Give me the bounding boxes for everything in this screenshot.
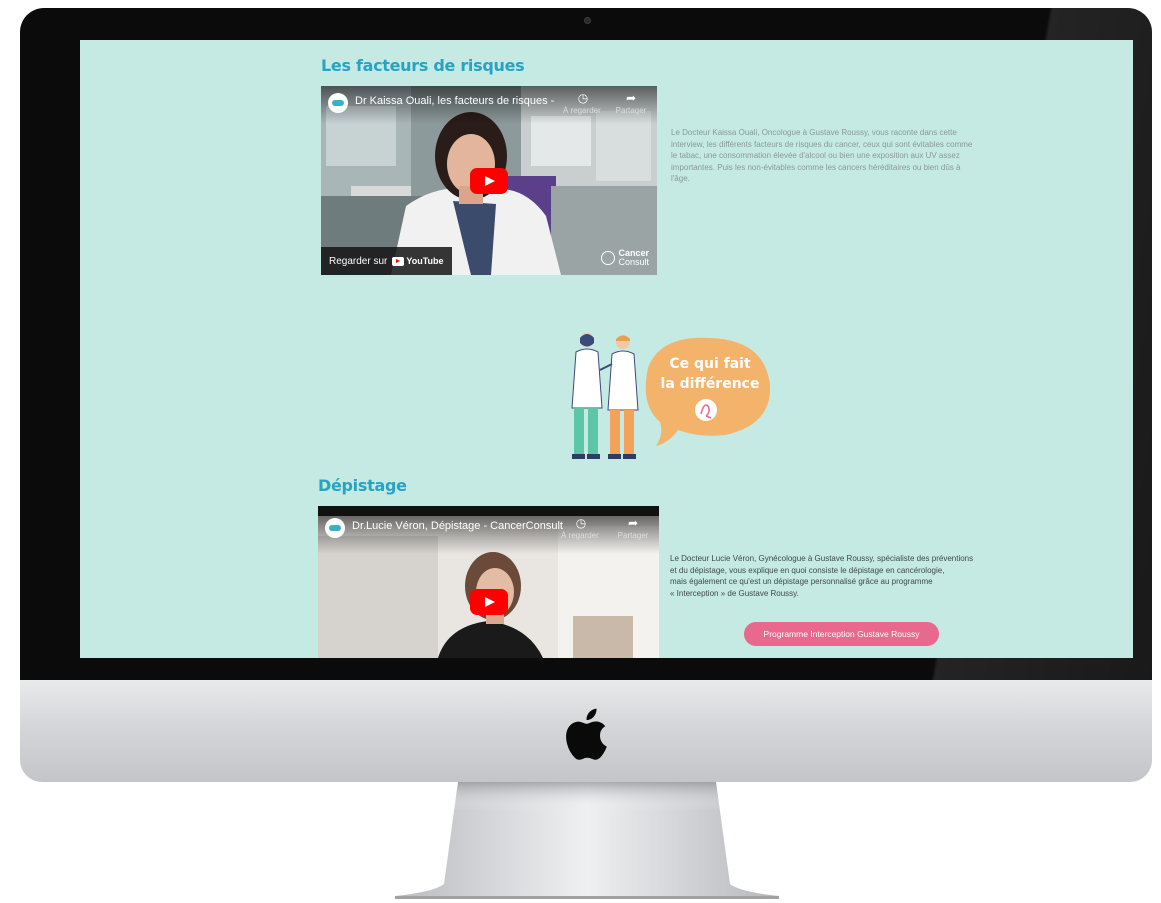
bubble-line-1: Ce qui fait	[669, 356, 751, 372]
play-button[interactable]	[470, 168, 508, 194]
section-title-risk-factors: Les facteurs de risques	[321, 56, 525, 75]
video-title[interactable]: Dr Kaissa Ouali, les facteurs de risques…	[355, 95, 555, 107]
watch-later-button[interactable]: ◷ À regarder ...	[563, 91, 603, 115]
apple-logo-icon	[566, 708, 607, 760]
video-player-risk-factors[interactable]: Dr Kaissa Ouali, les facteurs de risques…	[321, 86, 657, 275]
watch-on-youtube[interactable]: Regarder sur YouTube	[321, 247, 452, 275]
channel-avatar[interactable]	[325, 518, 345, 538]
website-screen: Les facteurs de risques Dr Kaissa Ouali,…	[80, 40, 1133, 658]
screening-description: Le Docteur Lucie Véron, Gynécologue à Gu…	[670, 554, 974, 598]
youtube-logo-icon: YouTube	[392, 256, 444, 266]
share-button[interactable]: ➦ Partager	[611, 91, 651, 115]
video-player-screening[interactable]: Dr.Lucie Véron, Dépistage - CancerConsul…	[318, 506, 659, 658]
video-title[interactable]: Dr.Lucie Véron, Dépistage - CancerConsul…	[352, 520, 572, 532]
imac-mockup: Les facteurs de risques Dr Kaissa Ouali,…	[0, 0, 1161, 903]
interception-program-button[interactable]: Programme Interception Gustave Roussy	[744, 622, 939, 646]
monitor-bezel: Les facteurs de risques Dr Kaissa Ouali,…	[20, 8, 1152, 680]
camera-icon	[584, 17, 591, 24]
monitor-stand	[395, 782, 779, 899]
doctors-illustration: Ce qui fait la différence	[571, 333, 770, 459]
channel-avatar[interactable]	[328, 93, 348, 113]
play-button[interactable]	[470, 589, 508, 615]
share-icon: ➦	[625, 91, 637, 105]
risk-factors-description: Le Docteur Kaissa Ouali, Oncologue à Gus…	[671, 128, 973, 183]
ribbon-icon	[695, 399, 717, 421]
share-icon: ➦	[627, 516, 639, 530]
cancerconsult-logo-icon	[601, 251, 616, 265]
watch-later-button[interactable]: ◷ À regarder ...	[561, 516, 601, 540]
clock-icon: ◷	[577, 91, 589, 105]
section-title-screening: Dépistage	[318, 476, 407, 495]
bubble-line-2: la différence	[661, 376, 760, 392]
share-button[interactable]: ➦ Partager	[613, 516, 653, 540]
clock-icon: ◷	[575, 516, 587, 530]
cancerconsult-logo: Cancer Consult	[601, 249, 649, 267]
